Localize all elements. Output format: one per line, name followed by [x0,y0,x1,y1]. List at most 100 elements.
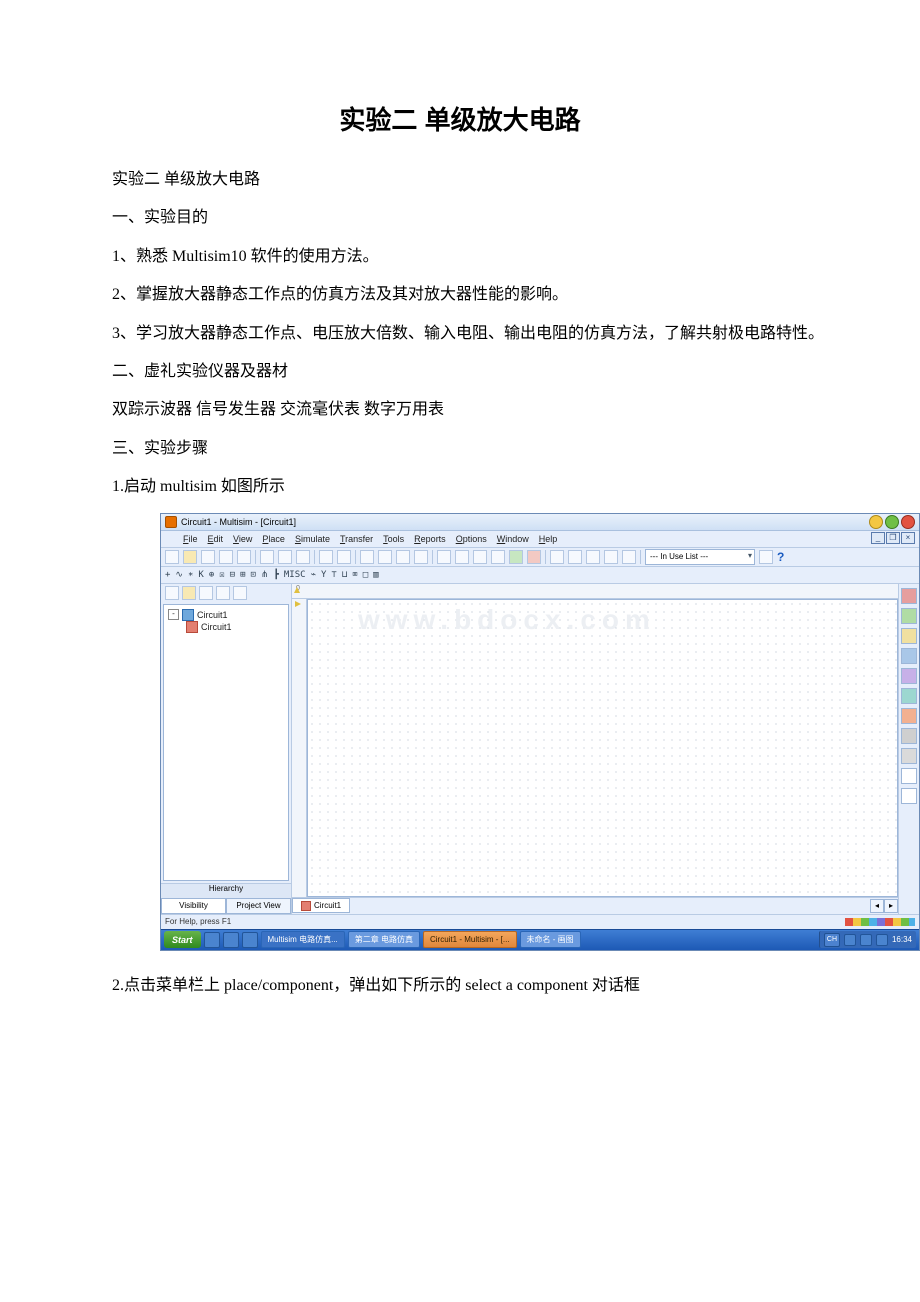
open-button[interactable] [183,550,197,564]
comp-button[interactable]: ▥ [373,570,378,580]
tab-visibility[interactable]: Visibility [161,898,226,914]
clock[interactable]: 16:34 [892,935,912,944]
zoomarea-button[interactable] [396,550,410,564]
toolbar-button[interactable] [473,550,487,564]
panel-tool-button[interactable] [233,586,247,600]
toolbar-button[interactable] [491,550,505,564]
instrument-multimeter-button[interactable] [901,588,917,604]
comp-elecmech-button[interactable]: Y [321,570,326,580]
toolbar-button[interactable] [759,550,773,564]
menu-transfer[interactable]: Transfer [340,534,373,544]
paste-button[interactable] [296,550,310,564]
minimize-button[interactable] [869,515,883,529]
design-tree[interactable]: - Circuit1 Circuit1 [163,604,289,881]
menu-file[interactable]: File [183,534,198,544]
instrument-button[interactable] [901,748,917,764]
comp-diode-button[interactable]: K [198,570,203,580]
comp-button[interactable]: □ [363,570,368,580]
menu-place[interactable]: Place [262,534,285,544]
mdi-close-button[interactable]: × [901,532,915,544]
toolbar-button[interactable] [568,550,582,564]
comp-rf-button[interactable]: ⌁ [311,570,316,580]
menu-reports[interactable]: Reports [414,534,446,544]
panel-save-button[interactable] [199,586,213,600]
menu-view[interactable]: View [233,534,252,544]
comp-analog-button[interactable]: ☒ [219,570,224,580]
document-tab[interactable]: Circuit1 [292,898,350,913]
toolbar-button[interactable] [604,550,618,564]
menu-tools[interactable]: Tools [383,534,404,544]
language-indicator[interactable]: CH [824,933,840,947]
comp-basic-button[interactable]: ∗ [188,570,193,580]
mdi-minimize-button[interactable]: _ [871,532,885,544]
comp-button[interactable]: ⊤ [331,570,336,580]
panel-tool-button[interactable] [216,586,230,600]
comp-mixed-button[interactable]: ⋔ [261,570,269,580]
stop-button[interactable] [527,550,541,564]
preview-button[interactable] [237,550,251,564]
instrument-oscilloscope-button[interactable] [901,648,917,664]
menu-window[interactable]: Window [497,534,529,544]
taskbar-item[interactable]: 第二章 电路仿真 [348,931,420,948]
comp-cmos-button[interactable]: ⊞ [240,570,245,580]
instrument-funcgen-button[interactable] [901,608,917,624]
scroll-left-button[interactable]: ◂ [870,899,884,913]
instrument-wattmeter-button[interactable] [901,628,917,644]
tree-child-node[interactable]: Circuit1 [186,621,284,633]
window-titlebar[interactable]: Circuit1 - Multisim - [Circuit1] [161,514,919,531]
toolbar-button[interactable] [455,550,469,564]
quicklaunch-item[interactable] [242,932,258,948]
quicklaunch-item[interactable] [223,932,239,948]
comp-ttl-button[interactable]: ⊟ [230,570,235,580]
instrument-logicanalyzer-button[interactable] [901,708,917,724]
menu-help[interactable]: Help [539,534,558,544]
taskbar-item-active[interactable]: Circuit1 - Multisim - [... [423,931,517,948]
comp-digital-button[interactable]: ⊡ [251,570,256,580]
cut-button[interactable] [260,550,274,564]
undo-button[interactable] [319,550,333,564]
copy-button[interactable] [278,550,292,564]
instrument-wordgen-button[interactable] [901,688,917,704]
run-button[interactable] [509,550,523,564]
comp-transistor-button[interactable]: ⊕ [209,570,214,580]
taskbar-item[interactable]: 未命名 - 画图 [520,931,581,948]
zoomin-button[interactable] [360,550,374,564]
toolbar-button[interactable] [622,550,636,564]
zoomfit-button[interactable] [414,550,428,564]
comp-misc-button[interactable]: MISC [284,570,306,580]
maximize-button[interactable] [885,515,899,529]
tray-icon[interactable] [844,934,856,946]
in-use-list-dropdown[interactable]: --- In Use List --- [645,549,755,565]
tray-icon[interactable] [860,934,872,946]
panel-new-button[interactable] [165,586,179,600]
instrument-bodeplotter-button[interactable] [901,668,917,684]
comp-signal-button[interactable]: ∿ [175,570,183,580]
instrument-button[interactable] [901,768,917,784]
close-button[interactable] [901,515,915,529]
mdi-restore-button[interactable]: ❐ [886,532,900,544]
comp-button[interactable]: ⌧ [352,570,357,580]
tray-icon[interactable] [876,934,888,946]
panel-open-button[interactable] [182,586,196,600]
menu-options[interactable]: Options [456,534,487,544]
comp-indicator-button[interactable]: ┣ [273,570,278,580]
comp-source-button[interactable]: + [165,570,170,580]
help-icon[interactable]: ? [777,550,784,564]
menu-simulate[interactable]: Simulate [295,534,330,544]
menu-edit[interactable]: Edit [208,534,224,544]
toolbar-button[interactable] [437,550,451,564]
quicklaunch-item[interactable] [204,932,220,948]
schematic-canvas[interactable]: www.bdocx.com [307,599,898,897]
zoomout-button[interactable] [378,550,392,564]
new-button[interactable] [165,550,179,564]
save-button[interactable] [201,550,215,564]
tab-project-view[interactable]: Project View [226,898,291,914]
instrument-button[interactable] [901,788,917,804]
toolbar-button[interactable] [550,550,564,564]
redo-button[interactable] [337,550,351,564]
scroll-right-button[interactable]: ▸ [884,899,898,913]
tree-root-node[interactable]: - Circuit1 [168,609,284,621]
instrument-button[interactable] [901,728,917,744]
comp-button[interactable]: ⊔ [342,570,347,580]
taskbar-item[interactable]: Multisim 电路仿真... [261,931,345,948]
